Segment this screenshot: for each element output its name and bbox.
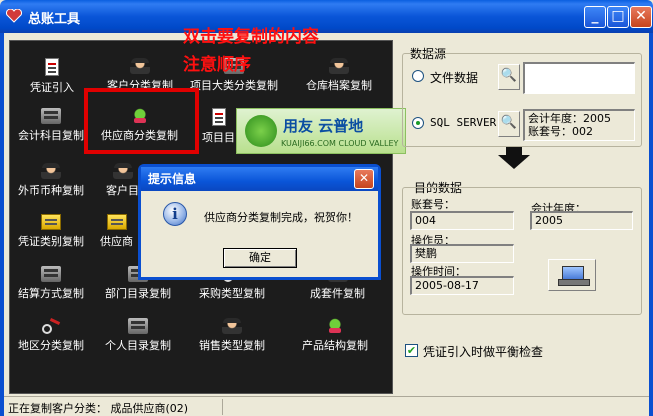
- sql-info-field: 会计年度：2005 账套号：002: [523, 109, 635, 141]
- operator-field: 樊鹏: [410, 244, 514, 263]
- warehouse-icon: [329, 58, 349, 74]
- project-directory-icon: [211, 108, 226, 126]
- time-field: 2005-08-17: [410, 276, 514, 295]
- tool-personal-directory-copy[interactable]: 个人目录复制: [105, 318, 171, 353]
- file-browse-button[interactable]: 🔍: [498, 64, 520, 90]
- app-heart-icon: [6, 9, 22, 23]
- tool-warehouse-copy[interactable]: 仓库档案复制: [306, 58, 372, 93]
- year-field: 2005: [530, 211, 633, 230]
- window-border-left: [0, 33, 4, 416]
- title-bar: 总账工具 _ □ ✕: [0, 0, 653, 33]
- computer-icon: [558, 266, 590, 286]
- status-bar: 正在复制客户分类： 成品供应商(02): [4, 396, 649, 416]
- search-icon: 🔍: [500, 68, 518, 83]
- dialog-close-button[interactable]: ✕: [354, 169, 374, 189]
- balance-check-label: 凭证引入时做平衡检查: [423, 345, 544, 359]
- supplier-directory-icon: [106, 214, 127, 230]
- transfer-arrow-icon: [498, 155, 530, 169]
- customer-person-icon: [130, 58, 150, 74]
- tool-project-directory[interactable]: 项目目: [202, 108, 235, 145]
- voucher-type-icon: [41, 214, 61, 230]
- yonyou-logo: 用友 云普地 KUAIJI66.COM CLOUD VALLEY: [236, 108, 406, 154]
- minimize-button[interactable]: _: [584, 6, 606, 28]
- search-icon: 🔍: [500, 115, 518, 130]
- account-field: 004: [410, 211, 514, 230]
- file-path-field[interactable]: [523, 62, 635, 94]
- highlight-box: [84, 88, 199, 154]
- settlement-icon: [41, 266, 61, 282]
- personal-directory-icon: [128, 318, 148, 334]
- tool-voucher-type-copy[interactable]: 凭证类别复制: [18, 214, 84, 249]
- sql-server-radio[interactable]: [412, 117, 424, 129]
- tool-supplier-directory[interactable]: 供应商: [100, 214, 133, 249]
- status-text: 正在复制客户分类： 成品供应商(02): [8, 402, 189, 415]
- close-button[interactable]: ✕: [630, 6, 652, 28]
- tool-voucher-import[interactable]: 凭证引入: [30, 58, 74, 95]
- tool-currency-copy[interactable]: 外币币种复制: [18, 163, 84, 198]
- tool-customer-directory[interactable]: 客户目: [106, 163, 139, 198]
- region-class-icon: [41, 318, 61, 334]
- maximize-button[interactable]: □: [607, 6, 629, 28]
- dialog-message: 供应商分类复制完成，祝贺你！: [204, 211, 358, 224]
- voucher-doc-icon: [45, 58, 59, 76]
- balance-check-checkbox[interactable]: ✔: [405, 344, 418, 357]
- account-subject-icon: [41, 108, 61, 124]
- window-title: 总账工具: [28, 12, 81, 27]
- file-data-label: 文件数据: [430, 71, 479, 85]
- sales-type-icon: [222, 318, 242, 334]
- tool-settlement-copy[interactable]: 结算方式复制: [18, 266, 84, 301]
- dialog-title: 提示信息: [141, 167, 378, 191]
- currency-icon: [41, 163, 61, 179]
- account-label: 账套号：: [411, 198, 455, 211]
- window-border-right: [649, 33, 653, 416]
- logo-globe-icon: [245, 115, 277, 147]
- tool-account-subject-copy[interactable]: 会计科目复制: [18, 108, 84, 143]
- dialog-ok-button[interactable]: 确定: [223, 248, 297, 268]
- customer-directory-icon: [112, 163, 133, 179]
- sql-browse-button[interactable]: 🔍: [498, 111, 520, 137]
- file-data-radio[interactable]: [412, 70, 424, 82]
- annotation-line1: 双击要复制的内容: [183, 27, 319, 47]
- sql-server-label: SQL SERVER: [430, 116, 497, 129]
- annotation-line2: 注意顺序: [183, 55, 251, 75]
- tool-sales-type-copy[interactable]: 销售类型复制: [199, 318, 265, 353]
- status-divider: [222, 399, 223, 415]
- info-icon: i: [163, 202, 187, 226]
- tool-product-structure-copy[interactable]: 产品结构复制: [302, 318, 368, 353]
- execute-copy-button[interactable]: [548, 259, 596, 291]
- product-structure-icon: [325, 318, 345, 334]
- info-dialog: 提示信息 ✕ i 供应商分类复制完成，祝贺你！ 确定: [138, 164, 381, 280]
- tool-region-class-copy[interactable]: 地区分类复制: [18, 318, 84, 353]
